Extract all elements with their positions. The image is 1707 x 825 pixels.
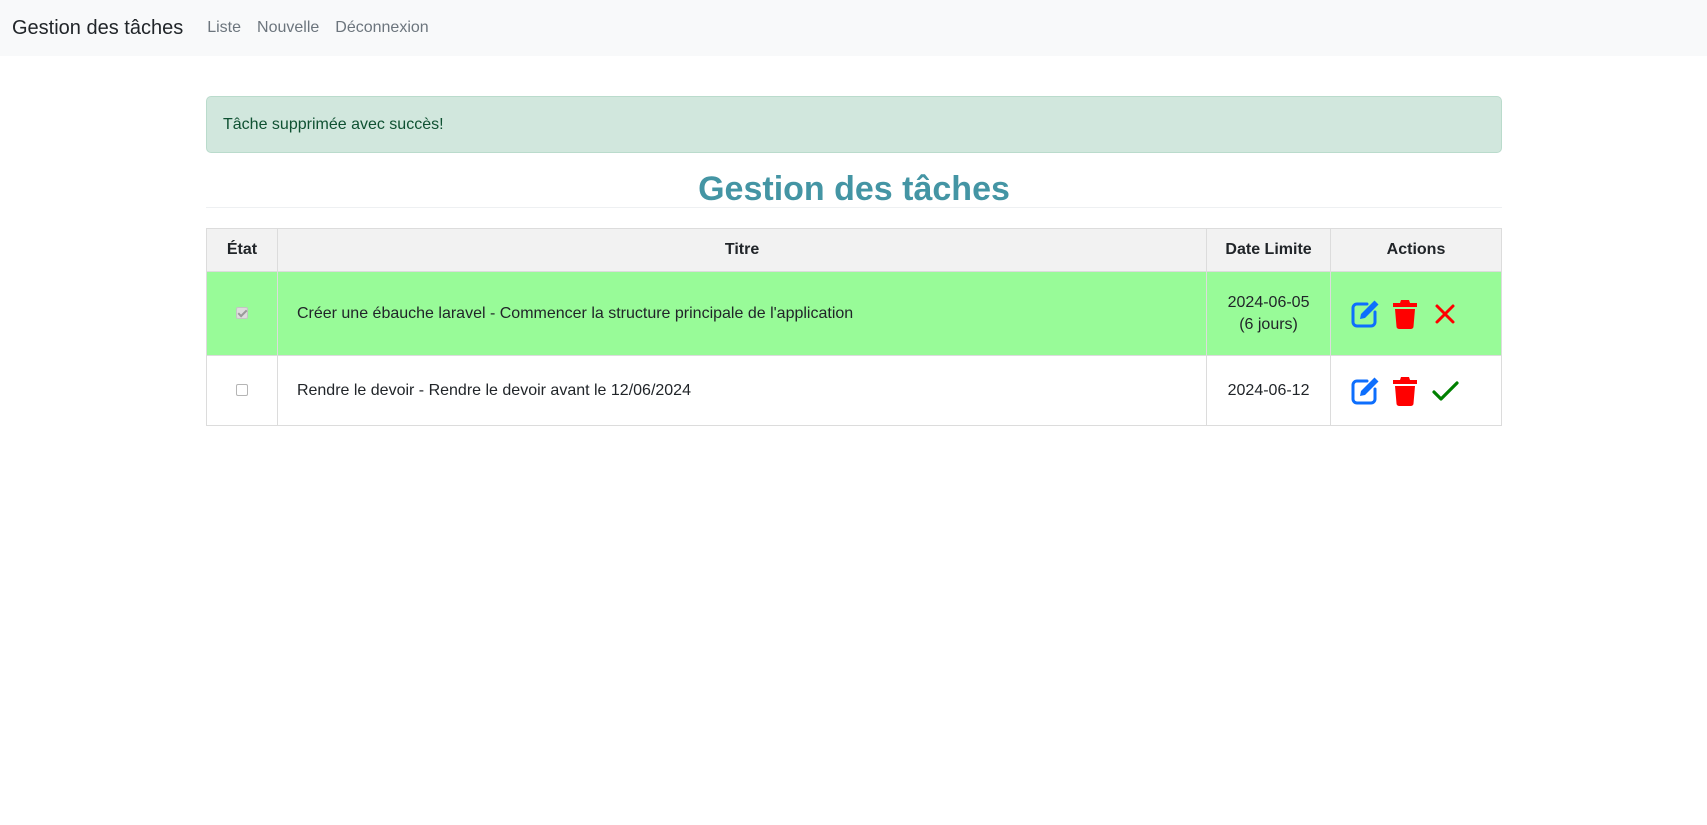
nav-link-deconnexion[interactable]: Déconnexion (335, 19, 428, 37)
title-divider (206, 207, 1502, 208)
actions-cell (1330, 355, 1502, 426)
status-checkbox[interactable] (235, 307, 248, 320)
edit-icon (1351, 300, 1379, 327)
header-etat: État (206, 228, 278, 272)
navbar: Gestion des tâches Liste Nouvelle Déconn… (0, 0, 1707, 56)
nav-link-liste[interactable]: Liste (207, 19, 241, 37)
table-header-row: État Titre Date Limite Actions (206, 228, 1502, 272)
delete-button[interactable] (1392, 299, 1418, 329)
actions-cell (1330, 271, 1502, 356)
etat-cell (206, 355, 278, 426)
due-date: 2024-06-12 (1227, 381, 1310, 399)
nav-link-nouvelle[interactable]: Nouvelle (257, 19, 319, 37)
header-titre: Titre (276, 228, 1208, 272)
complete-button[interactable] (1430, 376, 1460, 406)
navbar-brand[interactable]: Gestion des tâches (12, 17, 183, 40)
status-checkbox[interactable] (235, 384, 248, 397)
alert-message: Tâche supprimée avec succès! (223, 115, 444, 133)
etat-cell (206, 271, 278, 356)
cancel-button[interactable] (1430, 299, 1460, 329)
table-row: Créer une ébauche laravel - Commencer la… (206, 271, 1502, 356)
check-icon (1432, 380, 1459, 401)
edit-icon (1351, 377, 1379, 404)
task-title: Créer une ébauche laravel - Commencer la… (276, 271, 1208, 356)
table-row: Rendre le devoir - Rendre le devoir avan… (206, 355, 1502, 426)
success-alert: Tâche supprimée avec succès! (206, 96, 1502, 153)
tasks-table: État Titre Date Limite Actions Créer une… (206, 228, 1502, 426)
trash-icon (1393, 376, 1418, 406)
trash-icon (1393, 299, 1418, 329)
edit-button[interactable] (1350, 299, 1380, 329)
date-cell: 2024-06-12 (1206, 355, 1332, 426)
delete-button[interactable] (1392, 376, 1418, 406)
header-actions: Actions (1330, 228, 1502, 272)
task-title: Rendre le devoir - Rendre le devoir avan… (276, 355, 1208, 426)
due-date-note: (6 jours) (1239, 315, 1298, 333)
date-cell: 2024-06-05 (6 jours) (1206, 271, 1332, 356)
header-date-limite: Date Limite (1206, 228, 1332, 272)
edit-button[interactable] (1350, 376, 1380, 406)
due-date: 2024-06-05 (1227, 293, 1310, 311)
close-icon (1435, 304, 1455, 323)
page-title: Gestion des tâches (698, 170, 1010, 208)
